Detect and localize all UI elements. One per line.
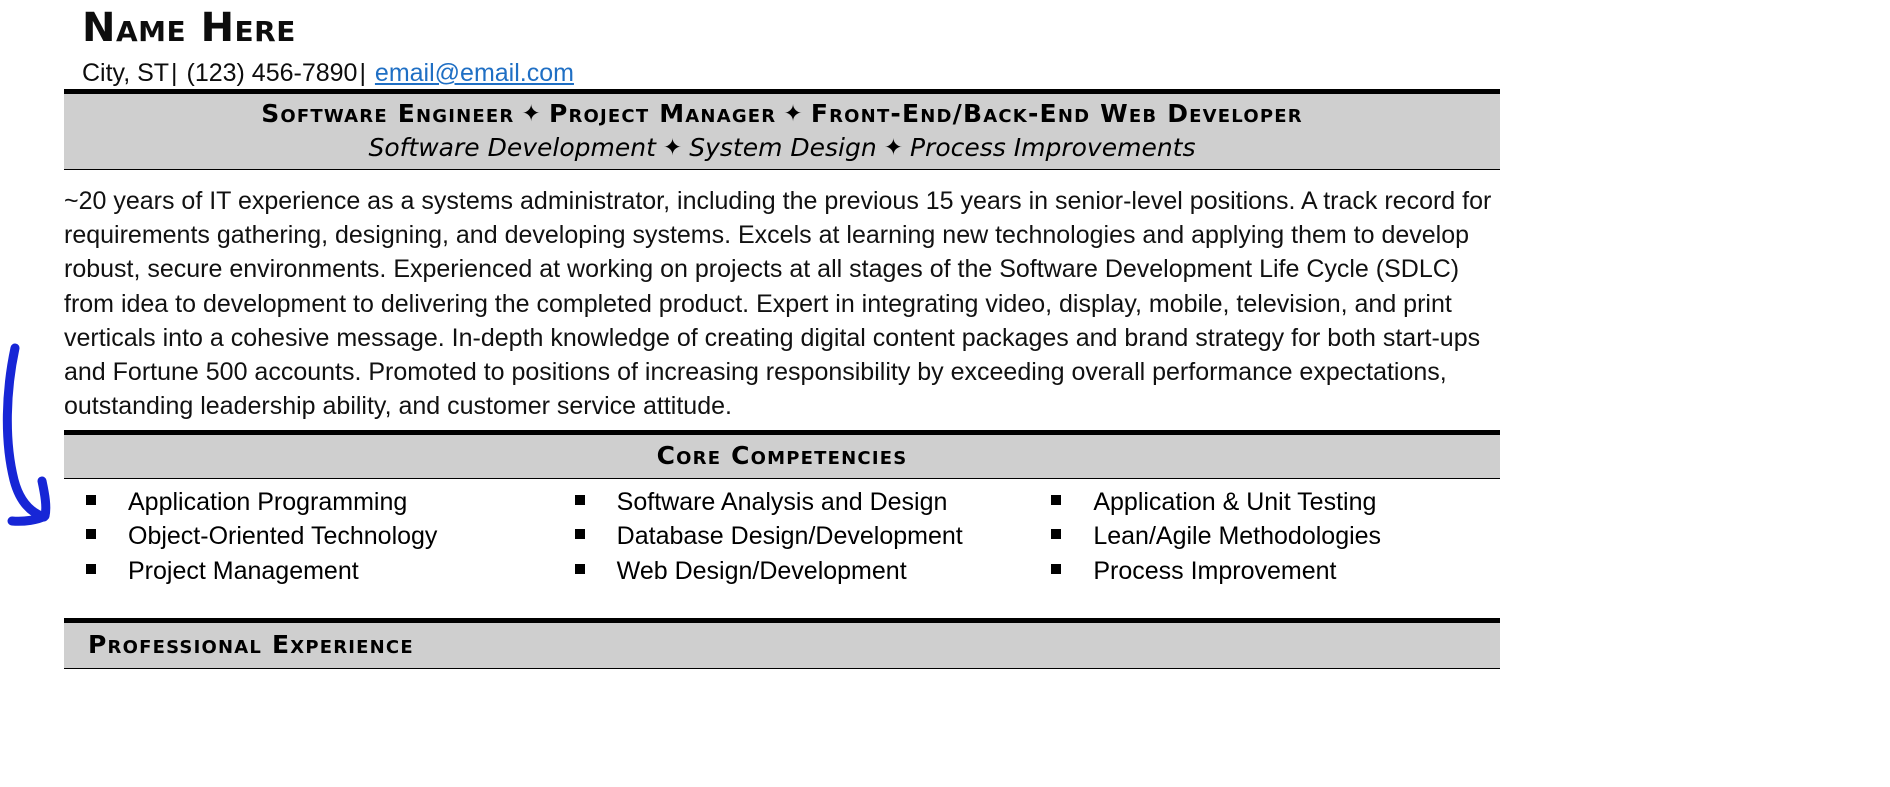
core-competencies-grid: Application Programming Object-Oriented … — [64, 479, 1500, 589]
competency-label: Software Analysis and Design — [616, 487, 948, 516]
competency-label: Application & Unit Testing — [1093, 487, 1377, 516]
specialty-1: Software Development — [368, 133, 656, 162]
list-item: Software Analysis and Design — [543, 485, 1022, 520]
professional-summary: ~20 years of IT experience as a systems … — [64, 186, 1492, 421]
specialty-3: Process Improvements — [909, 133, 1196, 162]
list-item: Application & Unit Testing — [1021, 485, 1500, 520]
contact-separator-2: | — [359, 59, 366, 87]
square-bullet-icon — [86, 494, 96, 505]
square-bullet-icon — [574, 494, 585, 505]
list-item: Object-Oriented Technology — [64, 519, 543, 554]
list-item: Database Design/Development — [543, 519, 1022, 554]
square-bullet-icon — [574, 529, 585, 540]
square-bullet-icon — [574, 563, 585, 574]
resume-page: Name Here City, ST| (123) 456-7890| emai… — [0, 0, 1890, 787]
square-bullet-icon — [1051, 529, 1062, 540]
contact-location: City, ST — [82, 59, 170, 87]
square-bullet-icon — [86, 529, 96, 540]
core-competencies-band: Core Competencies — [64, 429, 1500, 479]
contact-separator-1: | — [171, 59, 178, 87]
star-icon: ✦ — [783, 101, 804, 128]
role-3: Front-End/Back-End Web Developer — [810, 99, 1303, 129]
star-icon: ✦ — [662, 135, 683, 161]
headline-band: Software Engineer ✦ Project Manager ✦ Front-… — [64, 89, 1500, 170]
list-item: Web Design/Development — [543, 554, 1022, 589]
competency-label: Application Programming — [128, 487, 408, 516]
square-bullet-icon — [86, 563, 96, 574]
competency-label: Project Management — [128, 556, 359, 585]
competency-column: Application Programming Object-Oriented … — [64, 485, 543, 589]
list-item: Application Programming — [64, 485, 543, 520]
professional-experience-band: Professional Experience — [64, 618, 1500, 669]
competency-label: Lean/Agile Methodologies — [1093, 522, 1382, 551]
list-item: Project Management — [64, 554, 543, 589]
resume-header: Name Here City, ST| (123) 456-7890| emai… — [0, 0, 1890, 89]
role-2: Project Manager — [548, 99, 777, 129]
competency-label: Database Design/Development — [616, 522, 963, 551]
headline-roles: Software Engineer ✦ Project Manager ✦ Front-… — [64, 94, 1500, 131]
square-bullet-icon — [1051, 494, 1062, 505]
page-title: Name Here — [82, 5, 296, 51]
square-bullet-icon — [1051, 563, 1062, 574]
email-link[interactable]: email@email.com — [375, 59, 574, 87]
list-item: Lean/Agile Methodologies — [1021, 519, 1500, 554]
competency-label: Web Design/Development — [616, 556, 907, 585]
list-item: Process Improvement — [1021, 554, 1500, 589]
contact-phone: (123) 456-7890 — [186, 59, 358, 87]
core-competencies-heading: Core Competencies — [656, 440, 908, 470]
competency-label: Process Improvement — [1093, 556, 1337, 585]
specialty-2: System Design — [689, 133, 877, 162]
competency-label: Object-Oriented Technology — [128, 522, 438, 551]
headline-specialties: Software Development ✦ System Design ✦ Proce… — [64, 131, 1500, 169]
competency-column: Application & Unit Testing Lean/Agile Me… — [1021, 485, 1500, 589]
role-1: Software Engineer — [261, 99, 515, 129]
professional-experience-heading: Professional Experience — [88, 630, 414, 660]
contact-line: City, ST| (123) 456-7890| email@email.co… — [82, 48, 1890, 89]
competency-column: Software Analysis and Design Database De… — [543, 485, 1022, 589]
star-icon: ✦ — [883, 135, 903, 161]
star-icon: ✦ — [521, 101, 542, 128]
